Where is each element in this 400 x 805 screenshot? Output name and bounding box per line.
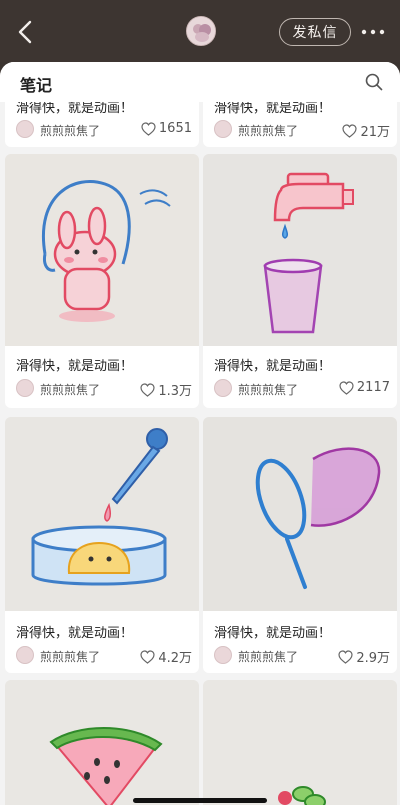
like-button[interactable]: 1651 [141,121,192,136]
like-button[interactable]: 2.9万 [338,647,390,666]
note-meta: 煎煎煎焦了 2.9万 [214,646,390,666]
like-button[interactable]: 2117 [339,380,390,395]
like-count: 2117 [356,380,390,395]
like-count: 21万 [360,125,390,140]
like-count: 1.3万 [158,384,192,399]
flower-image[interactable] [203,680,397,805]
note-meta: 煎煎煎焦了 2117 [214,379,390,399]
notes-sheet: 笔记 滑得快，就是动画！ 煎煎煎焦了 1651 滑得快，就是动画！ 煎煎煎焦了 … [0,62,400,805]
heart-icon [141,121,156,136]
note-card[interactable] [5,680,199,805]
sheet-header: 笔记 [0,62,400,102]
sheet-title: 笔记 [20,76,53,95]
like-count: 4.2万 [158,651,192,666]
home-indicator [133,798,267,803]
note-card[interactable]: 滑得快，就是动画！ 煎煎煎焦了 2.9万 [203,417,397,673]
butterfly-net-image[interactable] [203,417,397,611]
like-count: 2.9万 [356,651,390,666]
like-button[interactable]: 21万 [342,121,390,140]
dropper-and-dish-image[interactable] [5,417,199,611]
chevron-left-icon[interactable] [14,18,38,46]
like-count: 1651 [158,121,192,136]
author-avatar[interactable] [16,646,34,664]
author-avatar[interactable] [214,379,232,397]
search-icon[interactable] [365,73,383,91]
watermelon-slice-image[interactable] [5,680,199,805]
note-card[interactable] [203,680,397,805]
author-avatar[interactable] [214,120,232,138]
author-avatar[interactable] [214,646,232,664]
heart-icon [338,649,353,664]
note-title: 滑得快，就是动画！ [214,626,332,641]
ellipsis-icon[interactable] [360,28,386,36]
rabbit-jump-rope-image[interactable] [5,154,199,346]
author-avatar[interactable] [186,16,216,46]
note-card[interactable]: 滑得快，就是动画！ 煎煎煎焦了 1.3万 [5,154,199,408]
note-card[interactable]: 滑得快，就是动画！ 煎煎煎焦了 4.2万 [5,417,199,673]
heart-icon [342,123,358,138]
note-author[interactable]: 煎煎煎焦了 [40,122,100,139]
note-meta: 煎煎煎焦了 1.3万 [16,379,192,399]
note-meta: 煎煎煎焦了 1651 [16,120,192,140]
note-title: 滑得快，就是动画！ [16,626,134,641]
top-bar: 发私信 [0,0,400,62]
author-avatar[interactable] [16,379,34,397]
heart-icon [339,380,354,395]
like-button[interactable]: 4.2万 [140,647,192,666]
note-author[interactable]: 煎煎煎焦了 [40,381,100,398]
note-title: 滑得快，就是动画！ [16,359,134,374]
note-card[interactable]: 滑得快，就是动画！ 煎煎煎焦了 2117 [203,154,397,408]
note-author[interactable]: 煎煎煎焦了 [40,648,100,665]
like-button[interactable]: 1.3万 [140,380,192,399]
heart-icon [140,649,155,664]
note-title: 滑得快，就是动画！ [214,359,332,374]
note-author[interactable]: 煎煎煎焦了 [238,648,298,665]
author-avatar[interactable] [16,120,34,138]
note-meta: 煎煎煎焦了 4.2万 [16,646,192,666]
send-message-button[interactable]: 发私信 [279,18,351,46]
note-author[interactable]: 煎煎煎焦了 [238,122,298,139]
faucet-and-glass-image[interactable] [203,154,397,346]
note-meta: 煎煎煎焦了 21万 [214,120,390,140]
heart-icon [140,382,155,397]
note-author[interactable]: 煎煎煎焦了 [238,381,298,398]
